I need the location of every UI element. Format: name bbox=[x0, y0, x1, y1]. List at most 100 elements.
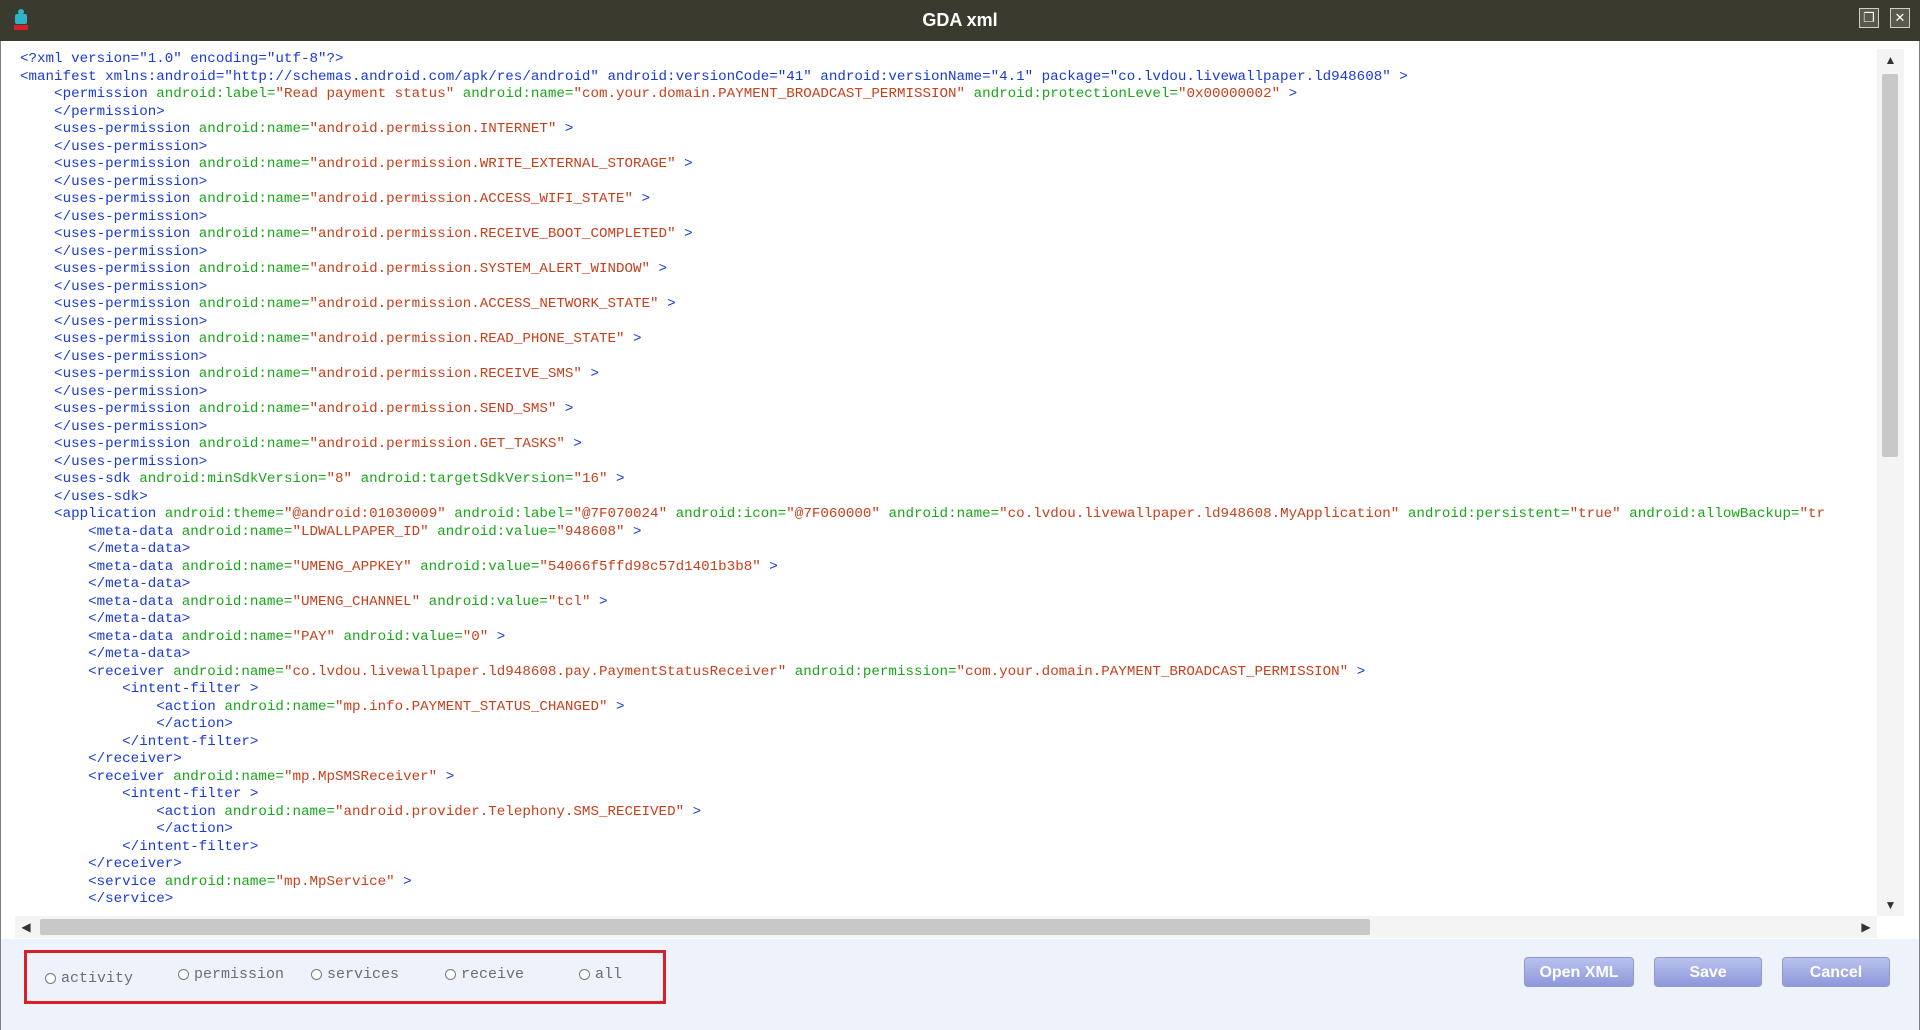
xml-line: <uses-permission android:name="android.p… bbox=[20, 401, 1825, 419]
radio-circle-icon bbox=[445, 968, 456, 980]
xml-tag: > bbox=[624, 523, 642, 540]
xml-line: </uses-permission> bbox=[20, 244, 1825, 262]
vertical-scrollbar[interactable]: ▲ ▼ bbox=[1877, 49, 1904, 916]
xml-tag: > bbox=[607, 698, 625, 715]
close-icon[interactable]: ✕ bbox=[1890, 8, 1910, 28]
xml-value: "android.permission.WRITE_EXTERNAL_STORA… bbox=[309, 156, 676, 172]
xml-line: <meta-data android:name="UMENG_APPKEY" a… bbox=[20, 559, 1825, 577]
xml-value: "android.permission.RECEIVE_SMS" bbox=[309, 366, 582, 382]
xml-value: "UMENG_APPKEY" bbox=[292, 558, 412, 575]
xml-tag: </intent-filter> bbox=[20, 733, 259, 750]
xml-value: "mp.MpSMSReceiver" bbox=[283, 768, 438, 785]
xml-line: </action> bbox=[20, 716, 1825, 734]
xml-tag: <uses-sdk bbox=[20, 471, 140, 487]
radio-all[interactable]: all bbox=[579, 963, 622, 985]
xml-attribute: android:name= bbox=[198, 366, 310, 382]
xml-tag: <receiver bbox=[20, 768, 174, 785]
xml-tag: </meta-data> bbox=[20, 576, 191, 592]
xml-tag: </intent-filter> bbox=[20, 838, 259, 855]
xml-tag: <action bbox=[20, 698, 225, 715]
xml-value: "8" bbox=[326, 471, 353, 487]
cancel-button[interactable]: Cancel bbox=[1782, 957, 1890, 987]
xml-tag: </permission> bbox=[20, 103, 165, 120]
xml-tag: </service> bbox=[20, 891, 174, 907]
xml-value: "Read payment status" bbox=[275, 86, 455, 102]
xml-line: <uses-permission android:name="android.p… bbox=[20, 156, 1825, 174]
scroll-left-icon[interactable]: ◀ bbox=[15, 916, 37, 938]
xml-line: </action> bbox=[20, 821, 1825, 839]
save-button[interactable]: Save bbox=[1654, 957, 1762, 987]
xml-tag: > bbox=[1348, 663, 1366, 680]
radio-activity[interactable]: activity bbox=[45, 967, 133, 989]
radio-label: services bbox=[327, 965, 400, 983]
xml-tag: > bbox=[394, 873, 412, 890]
xml-line: <uses-permission android:name="android.p… bbox=[20, 226, 1825, 244]
radio-label: all bbox=[595, 965, 623, 983]
xml-tag: > bbox=[1280, 86, 1298, 102]
scroll-right-icon[interactable]: ▶ bbox=[1855, 916, 1877, 938]
xml-line: <uses-permission android:name="android.p… bbox=[20, 296, 1825, 314]
xml-line: </uses-permission> bbox=[20, 279, 1825, 297]
xml-attribute: android:name= bbox=[224, 698, 336, 715]
radio-permission[interactable]: permission bbox=[178, 963, 284, 985]
xml-tag: </uses-sdk> bbox=[20, 488, 148, 505]
xml-line: <application android:theme="@android:010… bbox=[20, 506, 1825, 524]
xml-value: "mp.MpService" bbox=[275, 873, 395, 890]
xml-code: <?xml version="1.0" encoding="utf-8"?> <m… bbox=[20, 51, 1825, 909]
xml-tag: <meta-data bbox=[20, 593, 182, 610]
xml-line: </service> bbox=[20, 891, 1825, 909]
xml-line: </uses-permission> bbox=[20, 384, 1825, 402]
xml-tag: </uses-permission> bbox=[20, 173, 208, 190]
xml-tag: <uses-permission bbox=[20, 121, 199, 137]
radio-receive[interactable]: receive bbox=[445, 963, 524, 985]
xml-tag: </action> bbox=[20, 821, 233, 837]
xml-attribute: android:name= bbox=[198, 226, 310, 242]
scroll-up-icon[interactable]: ▲ bbox=[1877, 49, 1904, 71]
scroll-down-icon[interactable]: ▼ bbox=[1877, 894, 1904, 916]
xml-attribute: android:label= bbox=[156, 86, 276, 102]
xml-tag: </meta-data> bbox=[20, 611, 191, 627]
xml-tag: > bbox=[581, 366, 599, 382]
horizontal-scrollbar[interactable]: ◀ ▶ bbox=[15, 916, 1877, 938]
xml-tag: <receiver bbox=[20, 663, 174, 680]
window-title: GDA xml bbox=[922, 10, 998, 30]
xml-value: "android.permission.ACCESS_NETWORK_STATE… bbox=[309, 296, 659, 312]
xml-tag: </receiver> bbox=[20, 751, 182, 767]
title-bar: GDA xml ❐ ✕ bbox=[0, 0, 1920, 42]
xml-tag: <uses-permission bbox=[20, 191, 199, 207]
open-xml-button[interactable]: Open XML bbox=[1524, 957, 1634, 987]
xml-value: "co.lvdou.livewallpaper.ld948608.MyAppli… bbox=[999, 506, 1400, 522]
xml-attribute: android:name= bbox=[198, 436, 310, 452]
vertical-scroll-thumb[interactable] bbox=[1882, 74, 1898, 457]
xml-tag: <uses-permission bbox=[20, 366, 199, 382]
xml-tag: <service bbox=[20, 873, 165, 890]
xml-value: "@7F060000" bbox=[786, 506, 880, 522]
xml-line: <intent-filter > bbox=[20, 786, 1825, 804]
xml-tag: > bbox=[556, 401, 574, 417]
xml-tag: <meta-data bbox=[20, 558, 182, 575]
xml-tag: </uses-permission> bbox=[20, 278, 208, 295]
xml-attribute: android:protectionLevel= bbox=[965, 86, 1178, 102]
xml-line: <service android:name="mp.MpService" > bbox=[20, 874, 1825, 892]
xml-line: <uses-permission android:name="android.p… bbox=[20, 261, 1825, 279]
xml-editor[interactable]: <?xml version="1.0" encoding="utf-8"?> <m… bbox=[15, 49, 1877, 916]
xml-tag: </receiver> bbox=[20, 856, 182, 872]
xml-tag: <?xml version="1.0" encoding="utf-8"?> bbox=[20, 51, 344, 67]
xml-tag: </uses-permission> bbox=[20, 243, 208, 260]
xml-value: "true" bbox=[1569, 506, 1621, 522]
restore-icon[interactable]: ❐ bbox=[1859, 8, 1879, 28]
xml-tag: </uses-permission> bbox=[20, 453, 208, 470]
xml-tag: <meta-data bbox=[20, 628, 182, 645]
xml-line: </uses-permission> bbox=[20, 174, 1825, 192]
xml-tag: <uses-permission bbox=[20, 331, 199, 347]
xml-tag: </uses-permission> bbox=[20, 348, 208, 365]
xml-line: <intent-filter > bbox=[20, 681, 1825, 699]
radio-services[interactable]: services bbox=[311, 963, 399, 985]
xml-line: </uses-permission> bbox=[20, 314, 1825, 332]
xml-tag: <action bbox=[20, 803, 225, 820]
horizontal-scroll-thumb[interactable] bbox=[40, 919, 1370, 935]
xml-tag: > bbox=[760, 558, 778, 575]
xml-value: "54066f5ffd98c57d1401b3b8" bbox=[539, 558, 761, 575]
xml-attribute: android:name= bbox=[181, 558, 293, 575]
xml-value: "16" bbox=[573, 471, 608, 487]
